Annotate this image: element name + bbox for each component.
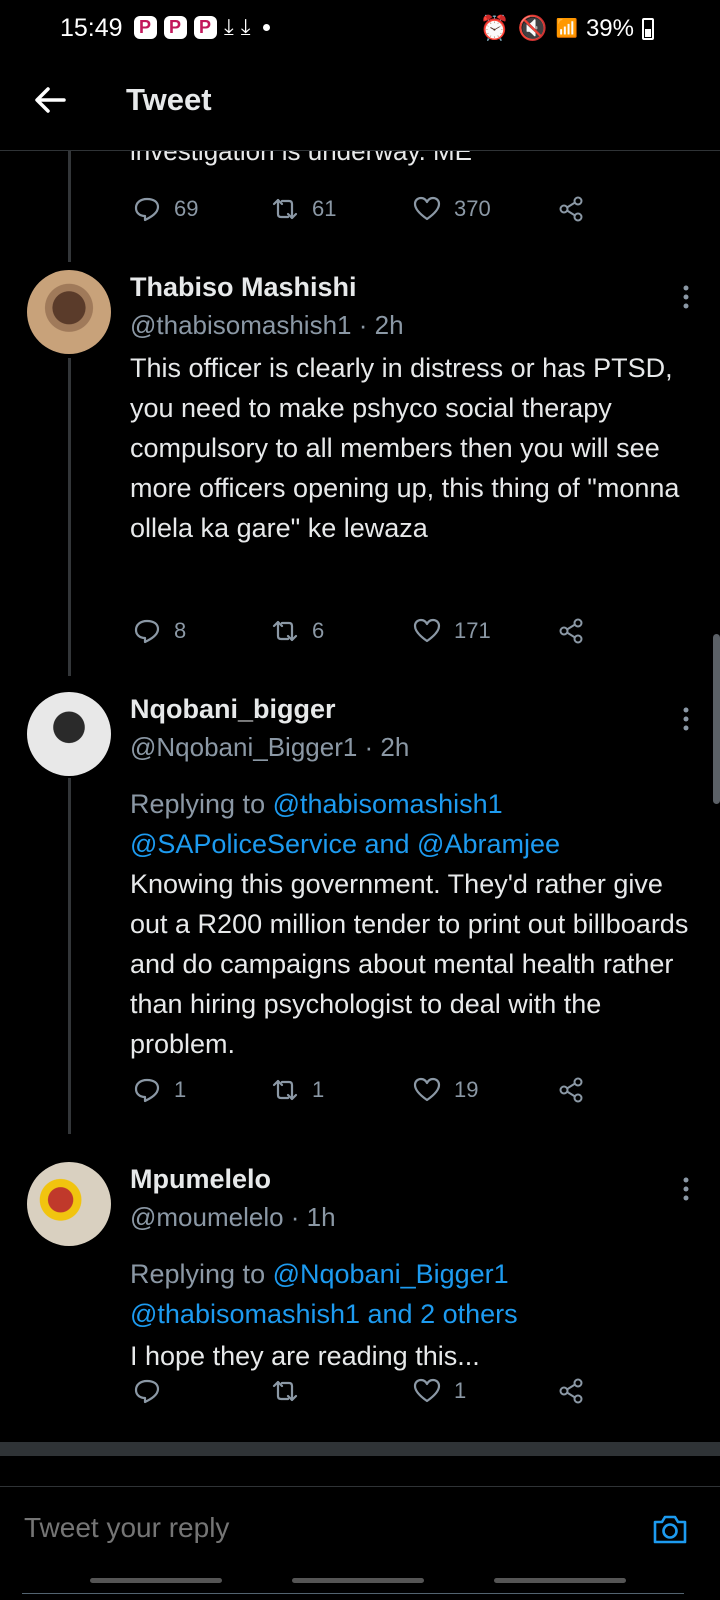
download-icon: ⤓ [224,14,234,39]
mention-link[interactable]: @thabisomashish1 [273,789,503,819]
reply-input[interactable] [22,1511,586,1545]
tweet-actions: 1 [132,1376,612,1410]
system-icons: ⏰ 🔇 📶 39% [480,14,654,43]
mention-link[interactable]: @SAPoliceService and @Abramjee [130,824,690,864]
tweet-actions: 8 6 171 [132,616,612,650]
retweet-icon [272,620,298,642]
replying-to: Replying to @thabisomashish1 @SAPoliceSe… [130,784,690,864]
share-icon [559,1378,583,1404]
retweet-icon [272,1079,298,1101]
reply-button[interactable]: 1 [132,1075,186,1105]
camera-icon[interactable] [650,1509,690,1549]
tweet-actions: 69 61 370 [132,194,612,228]
heart-icon [413,196,441,221]
replying-to: Replying to @Nqobani_Bigger1 @thabisomas… [130,1254,690,1334]
heart-icon [413,1378,441,1403]
avatar[interactable] [27,1162,111,1246]
reply-composer [0,1486,720,1594]
more-options-icon[interactable] [682,706,690,732]
reply-button[interactable]: 69 [132,194,198,224]
retweet-icon [272,1380,298,1402]
avatar[interactable] [27,270,111,354]
nav-back-button[interactable] [494,1578,626,1583]
download-icon: ⤓ [240,14,251,39]
share-icon [559,1077,583,1103]
reply-count: 69 [174,196,199,221]
like-count: 370 [454,196,491,221]
reply-icon [134,619,160,644]
reply-icon [134,1078,160,1103]
app-notification-icon [164,15,187,39]
user-handle: @thabisomashish1 · 2h [130,310,404,340]
reply-button[interactable] [132,1376,174,1406]
user-name[interactable]: Nqobani_bigger [130,694,336,725]
user-name[interactable]: Mpumelelo [130,1164,271,1195]
like-count: 1 [454,1378,467,1403]
page-title: Tweet [126,82,212,117]
more-options-icon[interactable] [682,1176,690,1202]
tweet-text: I hope they are reading this... [130,1341,480,1371]
thread-line [68,358,71,676]
battery-icon [642,17,654,40]
mute-icon: 🔇 [517,15,548,42]
user-handle: @Nqobani_Bigger1 · 2h [130,732,410,762]
share-button[interactable] [556,1376,586,1406]
reply-count: 1 [174,1077,187,1102]
retweet-count: 6 [312,618,325,643]
reply-underline [22,1593,684,1594]
retweet-button[interactable] [270,1376,312,1406]
wifi-icon: 📶 [555,18,578,38]
scrollbar[interactable] [713,634,720,804]
retweet-count: 61 [312,196,337,221]
share-icon [559,618,583,644]
share-button[interactable] [556,616,586,646]
like-count: 171 [454,618,491,643]
retweet-button[interactable]: 6 [270,616,324,646]
avatar[interactable] [27,692,111,776]
battery-level: 39% [585,14,634,42]
notification-icons: ⤓ ⤓ [134,14,271,40]
reply-icon [134,197,160,222]
like-button[interactable]: 370 [412,194,491,224]
nav-home-button[interactable] [292,1578,424,1583]
alarm-icon: ⏰ [479,15,510,42]
thread-line [68,778,71,1134]
user-handle: @moumelelo · 1h [130,1202,336,1232]
like-button[interactable]: 19 [412,1075,478,1105]
heart-icon [413,1077,441,1102]
thread-line [68,150,71,262]
like-button[interactable]: 171 [412,616,491,646]
app-header: Tweet [0,60,720,151]
more-notifications-dot-icon [263,23,271,31]
mention-link[interactable]: @thabisomashish1 and 2 others [130,1294,690,1334]
retweet-icon [272,198,298,220]
section-divider [0,1442,720,1456]
app-notification-icon [134,15,157,39]
share-button[interactable] [556,194,586,224]
reply-button[interactable]: 8 [132,616,186,646]
replying-to-label: Replying to [130,789,273,819]
replying-to-label: Replying to [130,1259,273,1289]
app-notification-icon [194,15,217,39]
share-icon [559,196,583,222]
mention-link[interactable]: @Nqobani_Bigger1 [273,1259,509,1289]
tweet-text: This officer is clearly in distress or h… [130,353,680,543]
reply-count: 8 [174,618,187,643]
retweet-count: 1 [312,1077,325,1102]
like-button[interactable]: 1 [412,1376,466,1406]
tweet-text: Knowing this government. They'd rather g… [130,869,689,1059]
nav-recents-button[interactable] [90,1578,222,1583]
status-bar: 15:49 ⤓ ⤓ ⏰ 🔇 📶 39% [0,0,720,56]
share-button[interactable] [556,1075,586,1105]
status-time: 15:49 [60,14,123,42]
retweet-button[interactable]: 1 [270,1075,324,1105]
heart-icon [413,618,441,643]
tweet-actions: 1 1 19 [132,1075,612,1109]
back-arrow-icon[interactable] [30,80,70,120]
user-name[interactable]: Thabiso Mashishi [130,272,357,303]
reply-icon [134,1379,160,1404]
retweet-button[interactable]: 61 [270,194,336,224]
more-options-icon[interactable] [682,284,690,310]
like-count: 19 [454,1077,479,1102]
